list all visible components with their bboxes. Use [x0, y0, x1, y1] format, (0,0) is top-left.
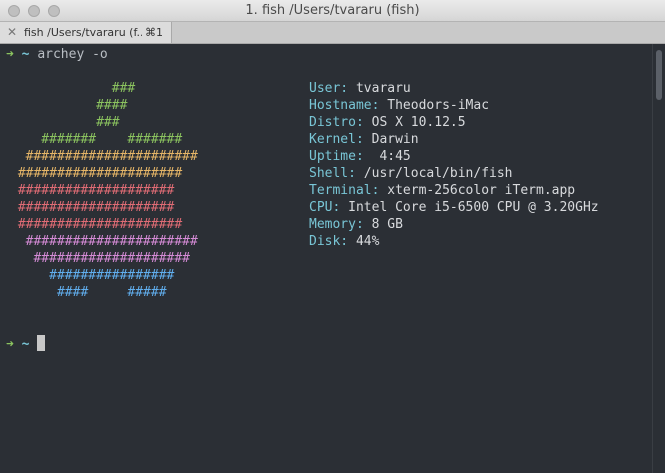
info-distro: Distro: OS X 10.12.5: [309, 115, 466, 130]
logo-line: #####################: [10, 166, 183, 181]
text-cursor: [37, 335, 46, 351]
command-text: archey -o: [37, 47, 108, 62]
logo-line: ###: [10, 81, 136, 96]
command-line: ➜ ~ archey -o: [6, 46, 108, 63]
tab-shortcut: ⌘1: [145, 26, 163, 39]
close-tab-icon[interactable]: ✕: [7, 25, 17, 39]
info-cpu: CPU: Intel Core i5-6500 CPU @ 3.20GHz: [309, 200, 599, 215]
info-shell: Shell: /usr/local/bin/fish: [309, 166, 513, 181]
info-kernel: Kernel: Darwin: [309, 132, 419, 147]
logo-line: ###: [10, 115, 120, 130]
prompt-arrow-icon: ➜: [6, 47, 14, 62]
logo-line: ######################: [10, 234, 198, 249]
prompt-directory: ~: [21, 47, 30, 62]
logo-line: ################: [10, 268, 175, 283]
logo-line: ####### #######: [10, 132, 183, 147]
logo-line: #####################: [10, 217, 183, 232]
logo-line: ####################: [10, 183, 175, 198]
logo-line: ####################: [10, 251, 191, 266]
prompt-line[interactable]: ➜ ~: [6, 335, 46, 353]
info-user: User: tvararu: [309, 81, 411, 96]
info-disk: Disk: 44%: [309, 234, 380, 249]
logo-line: ######################: [10, 149, 198, 164]
terminal-output[interactable]: ➜ ~ archey -o ### #### ### ####### #####…: [0, 44, 652, 473]
info-terminal: Terminal: xterm-256color iTerm.app: [309, 183, 576, 198]
terminal-window: 1. fish /Users/tvararu (fish) ✕ fish /Us…: [0, 0, 665, 473]
logo-line: #### #####: [10, 285, 167, 300]
prompt-directory: ~: [21, 337, 30, 352]
info-hostname: Hostname: Theodors-iMac: [309, 98, 490, 113]
tab-label: fish /Users/tvararu (f...: [24, 26, 142, 39]
scrollbar-thumb[interactable]: [656, 50, 662, 100]
scrollbar[interactable]: [652, 44, 665, 473]
info-memory: Memory: 8 GB: [309, 217, 403, 232]
prompt-arrow-icon: ➜: [6, 337, 14, 352]
logo-line: ####################: [10, 200, 175, 215]
info-uptime: Uptime: 4:45: [309, 149, 411, 164]
logo-line: ####: [10, 98, 128, 113]
tab-fish[interactable]: ✕ fish /Users/tvararu (f... ⌘1: [0, 22, 172, 43]
window-title: 1. fish /Users/tvararu (fish): [245, 3, 420, 18]
tab-bar: ✕ fish /Users/tvararu (f... ⌘1: [0, 22, 665, 44]
title-bar: 1. fish /Users/tvararu (fish): [0, 0, 665, 22]
